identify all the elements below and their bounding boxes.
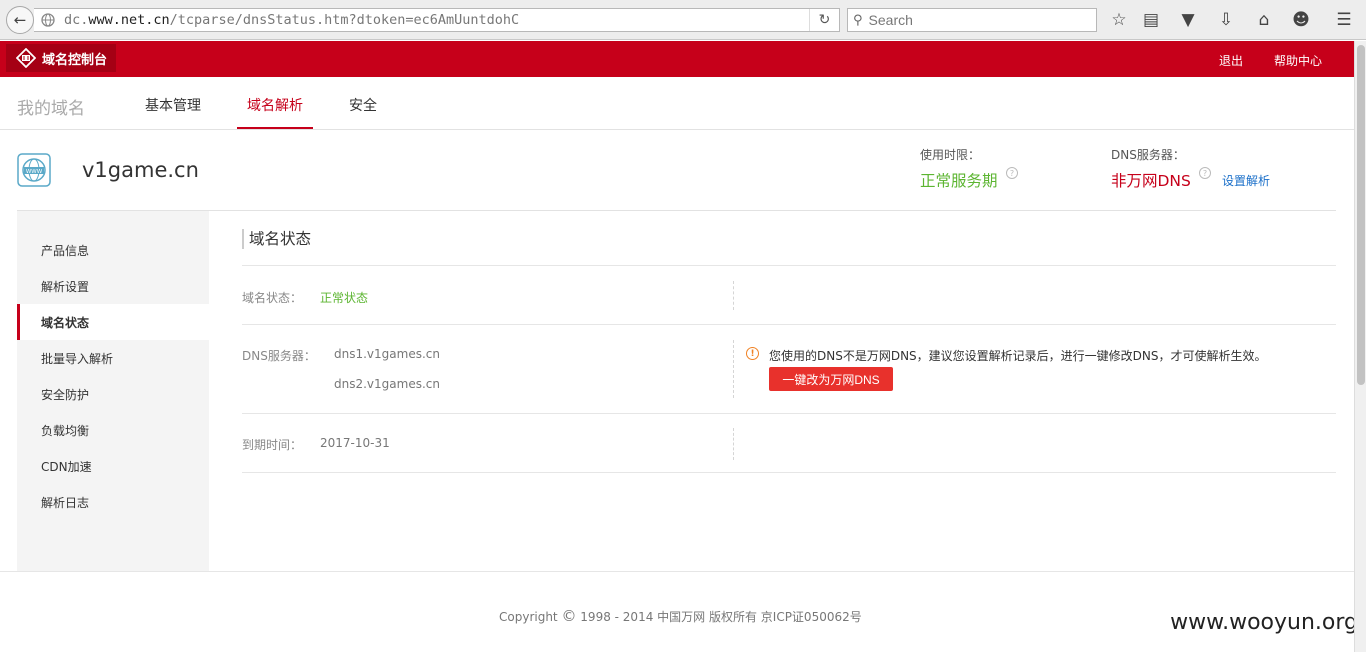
tab-basic-management[interactable]: 基本管理 [145,95,201,115]
sidebar: 产品信息 解析设置 域名状态 批量导入解析 安全防护 负载均衡 CDN加速 解析… [17,211,209,571]
console-logo[interactable]: 域名控制台 [6,44,116,72]
tab-security[interactable]: 安全 [349,95,377,115]
brand-logo-icon [16,48,36,68]
sidebar-item-cdn[interactable]: CDN加速 [17,448,209,484]
sidebar-item-domain-status[interactable]: 域名状态 [17,304,209,340]
status-value: 正常状态 [320,291,369,305]
sidebar-item-batch-import[interactable]: 批量导入解析 [17,340,209,376]
dns-warning-text: 您使用的DNS不是万网DNS，建议您设置解析记录后，进行一键修改DNS，才可使解… [769,349,1267,363]
sidebar-item-label: 安全防护 [41,387,90,402]
sidebar-item-label: 域名状态 [41,315,90,330]
dns-value: 非万网DNS [1111,172,1191,190]
my-domain-title[interactable]: 我的域名 [17,94,85,119]
logout-link[interactable]: 退出 [1219,52,1243,69]
active-tab-indicator [237,127,313,129]
status-label: 域名状态： [242,291,303,305]
search-icon: ⚲ [853,12,863,28]
domain-name: v1game.cn [82,158,199,182]
dns-server-2: dns2.v1games.cn [334,377,440,391]
row-divider [242,324,1336,325]
console-title: 域名控制台 [42,52,108,68]
tab-domain-resolution[interactable]: 域名解析 [247,95,303,115]
sidebar-item-resolution-log[interactable]: 解析日志 [17,484,209,520]
menu-icon[interactable]: ☰ [1333,9,1355,31]
period-value: 正常服务期 [920,172,998,190]
browser-search-input[interactable]: ⚲ Search [847,8,1097,32]
page-scrollbar[interactable] [1354,41,1366,652]
column-divider [733,340,734,398]
pocket-icon[interactable]: ▼ [1177,9,1199,31]
globe-icon [40,12,56,28]
url-text: dc.www.net.cn/tcparse/dnsStatus.htm?dtok… [64,12,520,28]
help-center-link[interactable]: 帮助中心 [1274,52,1322,69]
back-button[interactable]: ← [6,6,34,34]
search-placeholder: Search [868,12,913,28]
sidebar-item-label: 解析设置 [41,279,90,294]
help-icon[interactable]: ? [1006,167,1018,179]
reload-icon: ↻ [818,12,831,28]
sidebar-item-label: 负载均衡 [41,423,90,438]
column-divider [733,428,734,460]
address-bar[interactable]: dc.www.net.cn/tcparse/dnsStatus.htm?dtok… [34,8,840,32]
download-icon[interactable]: ⇩ [1215,9,1237,31]
footer-divider [0,571,1366,572]
dns-label: DNS服务器： [1111,148,1185,162]
divider [17,210,1336,211]
main-tabs: 我的域名 基本管理 域名解析 安全 [0,77,1354,130]
reading-list-icon[interactable]: ▤ [1140,9,1162,31]
sidebar-item-product-info[interactable]: 产品信息 [17,232,209,268]
back-arrow-icon: ← [13,11,27,29]
row-divider [242,265,1336,266]
set-resolution-link[interactable]: 设置解析 [1222,172,1270,189]
dns-server-1: dns1.v1games.cn [334,347,440,361]
bookmark-star-icon[interactable]: ☆ [1108,9,1130,31]
svg-text:WWW: WWW [26,169,43,175]
sidebar-item-security-protection[interactable]: 安全防护 [17,376,209,412]
dns-server-label: DNS服务器： [242,349,316,363]
reload-button[interactable]: ↻ [809,9,839,31]
console-header: 域名控制台 退出 帮助中心 [0,41,1354,77]
sidebar-item-label: 解析日志 [41,495,90,510]
sidebar-item-resolution-settings[interactable]: 解析设置 [17,268,209,304]
expire-value: 2017-10-31 [320,436,390,450]
help-icon[interactable]: ? [1199,167,1211,179]
period-label: 使用时限： [920,148,981,162]
watermark: www.wooyun.org [1170,610,1358,635]
sidebar-item-label: CDN加速 [41,459,92,474]
row-divider [242,413,1336,414]
sidebar-item-label: 批量导入解析 [41,351,114,366]
column-divider [733,281,734,310]
sidebar-item-label: 产品信息 [41,243,90,258]
browser-toolbar: ← dc.www.net.cn/tcparse/dnsStatus.htm?dt… [0,0,1366,40]
chat-icon[interactable]: ☻ [1290,9,1312,31]
www-icon: WWW [17,153,51,187]
copyright-text: 1998 - 2014 中国万网 版权所有 京ICP证050062号 [580,610,862,624]
row-divider [242,472,1336,473]
copyright: Copyright © 1998 - 2014 中国万网 版权所有 京ICP证0… [499,607,862,625]
section-title: 域名状态 [242,229,311,249]
copyright-prefix: Copyright [499,610,558,624]
sidebar-item-load-balancing[interactable]: 负载均衡 [17,412,209,448]
copyright-icon: © [561,607,577,625]
home-icon[interactable]: ⌂ [1253,9,1275,31]
expire-label: 到期时间： [242,438,303,452]
switch-to-wanwang-dns-button[interactable]: 一键改为万网DNS [769,367,893,391]
warning-icon: ! [746,347,759,360]
scrollbar-thumb[interactable] [1357,45,1365,385]
